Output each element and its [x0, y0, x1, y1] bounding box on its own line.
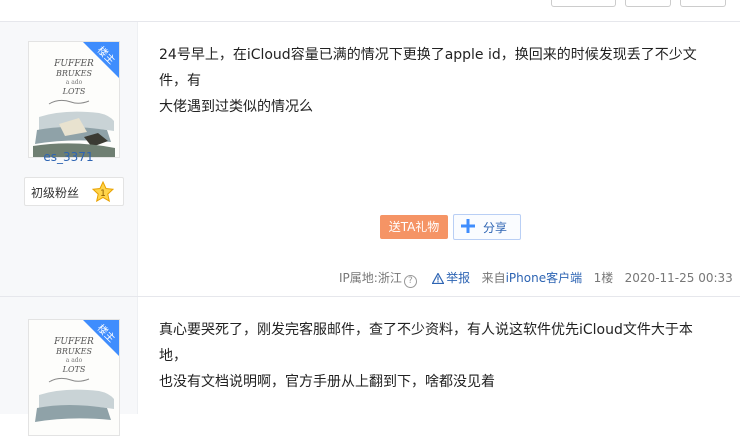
author-panel: FUFFER BRUKES a ado LOTS 楼主 — [0, 297, 138, 436]
post-content-line: 真心要哭死了，刚发完客服邮件，查了不少资料，有人说这软件优先iCloud文件大于… — [159, 322, 693, 364]
post-content: 24号早上，在iCloud容量已满的情况下更换了apple id，换回来的时候发… — [159, 42, 719, 120]
fan-level-label: 初级粉丝 — [31, 186, 80, 200]
source-app-link[interactable]: iPhone客户端 — [506, 271, 583, 285]
avatar[interactable]: FUFFER BRUKES a ado LOTS 楼主 — [28, 41, 120, 158]
post-timestamp: 2020-11-25 00:33 — [624, 271, 733, 285]
toolbar-button-1[interactable] — [551, 0, 616, 7]
svg-text:a ado: a ado — [66, 79, 83, 86]
source-prefix: 来自 — [481, 271, 506, 285]
star-level-number: 1 — [100, 189, 106, 199]
owner-ribbon: 楼主 — [82, 42, 119, 79]
share-button[interactable]: 分享 — [453, 214, 521, 240]
post-content: 真心要哭死了，刚发完客服邮件，查了不少资料，有人说这软件优先iCloud文件大于… — [159, 317, 719, 395]
post-floor-1: FUFFER BRUKES a ado LOTS 楼主 es_3371 初级粉丝 — [0, 22, 740, 296]
top-toolbar — [0, 0, 740, 10]
owner-ribbon: 楼主 — [82, 320, 119, 357]
toolbar-button-2[interactable] — [625, 0, 671, 7]
report-label: 举报 — [446, 271, 471, 285]
post-content-line: 24号早上，在iCloud容量已满的情况下更换了apple id，换回来的时候发… — [159, 47, 697, 89]
star-level-icon: 1 — [92, 181, 114, 202]
author-panel: FUFFER BRUKES a ado LOTS 楼主 es_3371 初级粉丝 — [0, 22, 138, 296]
send-gift-button[interactable]: 送TA礼物 — [380, 215, 448, 239]
svg-text:a ado: a ado — [66, 357, 83, 364]
post-meta: IP属地:浙江? 举报 来自iPhone客户端 1楼 2020-11-25 00… — [339, 269, 740, 288]
post-floor-2: FUFFER BRUKES a ado LOTS 楼主 真心要哭死了，刚发完客服… — [0, 297, 740, 436]
floor-number: 1楼 — [593, 271, 614, 285]
post-content-line: 大佬遇到过类似的情况么 — [159, 99, 313, 115]
svg-text:LOTS: LOTS — [62, 365, 86, 374]
svg-text:LOTS: LOTS — [62, 87, 86, 96]
report-link[interactable]: 举报 — [432, 271, 474, 285]
username-link[interactable]: es_3371 — [0, 150, 137, 164]
share-plus-icon — [461, 219, 475, 233]
fan-level-badge[interactable]: 初级粉丝 1 — [24, 177, 124, 206]
ip-location: IP属地:浙江 — [339, 271, 402, 285]
post-content-line: 也没有文档说明啊，官方手册从上翻到下，啥都没见着 — [159, 374, 495, 390]
share-label: 分享 — [483, 221, 508, 235]
warning-icon — [432, 273, 445, 284]
post-body: 真心要哭死了，刚发完客服邮件，查了不少资料，有人说这软件优先iCloud文件大于… — [138, 297, 740, 414]
avatar[interactable]: FUFFER BRUKES a ado LOTS 楼主 — [28, 319, 120, 436]
help-icon[interactable]: ? — [403, 275, 417, 288]
toolbar-button-3[interactable] — [680, 0, 726, 7]
post-body: 24号早上，在iCloud容量已满的情况下更换了apple id，换回来的时候发… — [138, 22, 740, 296]
